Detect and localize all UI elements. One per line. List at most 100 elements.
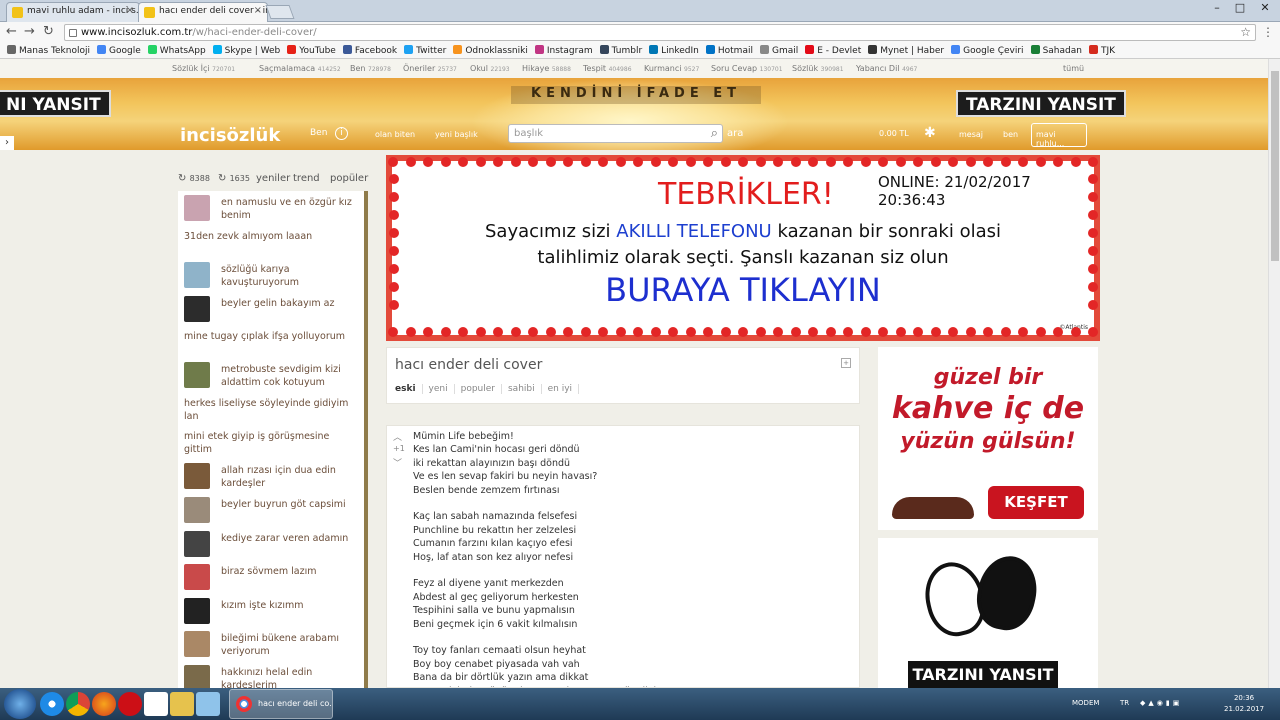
back-arrow-icon[interactable]: ← bbox=[6, 25, 17, 39]
close-window-icon[interactable]: ✕ bbox=[1252, 0, 1278, 18]
search-icon[interactable]: ⌕ bbox=[711, 126, 718, 141]
folder-icon[interactable] bbox=[170, 692, 194, 716]
taskbar-chrome-task[interactable]: hacı ender deli co... bbox=[229, 689, 333, 719]
category-link[interactable]: Hikaye 58888 bbox=[522, 64, 571, 73]
list-item[interactable]: beyler buyrun göt capsimi bbox=[184, 497, 360, 525]
scroll-thumb[interactable] bbox=[1271, 71, 1279, 261]
bookmark-item[interactable]: Hotmail bbox=[705, 42, 753, 56]
bookmark-item[interactable]: LinkedIn bbox=[649, 42, 699, 56]
sort-en-iyi[interactable]: en iyi bbox=[542, 384, 580, 394]
coffee-ad[interactable]: güzel bir kahve iç de yüzün gülsün! KEŞF… bbox=[878, 347, 1098, 530]
category-link[interactable]: Öneriler 25737 bbox=[403, 64, 457, 73]
bookmark-item[interactable]: TJK bbox=[1088, 42, 1115, 56]
bookmark-item[interactable]: Sahadan bbox=[1030, 42, 1082, 56]
new-tab-button[interactable] bbox=[265, 5, 295, 19]
sort-sahibi[interactable]: sahibi bbox=[502, 384, 542, 394]
ie-icon[interactable] bbox=[40, 692, 64, 716]
theater-masks-ad[interactable]: TARZINI YANSIT bbox=[878, 538, 1098, 688]
list-item[interactable]: kızım işte kızımm bbox=[184, 598, 360, 626]
info-icon[interactable]: i bbox=[335, 127, 348, 140]
bookmark-item[interactable]: Facebook bbox=[342, 42, 397, 56]
list-item[interactable]: herkes liseliyse söyleyinde gidiyim lan bbox=[184, 396, 360, 424]
language-indicator[interactable]: TR bbox=[1120, 699, 1129, 707]
bookmark-star-icon[interactable]: ☆ bbox=[1240, 25, 1251, 39]
minimize-icon[interactable]: – bbox=[1206, 0, 1228, 18]
category-link[interactable]: Kurmanci 9527 bbox=[644, 64, 699, 73]
tab-populer[interactable]: popüler bbox=[330, 173, 368, 184]
olan-biten-link[interactable]: olan biten bbox=[375, 130, 415, 139]
yeni-baslik-link[interactable]: yeni başlık bbox=[435, 130, 478, 139]
page-info-icon[interactable] bbox=[69, 29, 77, 37]
bookmark-item[interactable]: Google bbox=[97, 42, 141, 56]
bookmark-item[interactable]: WhatsApp bbox=[147, 42, 206, 56]
list-item[interactable]: hakkınızı helal edin kardeşlerim bbox=[184, 665, 360, 688]
ben-link[interactable]: Ben bbox=[310, 128, 327, 138]
popup-ad[interactable]: TEBRİKLER! ONLINE: 21/02/2017 20:36:43 S… bbox=[386, 155, 1100, 341]
page-scrollbar[interactable] bbox=[1268, 59, 1280, 688]
category-link[interactable]: Soru Cevap 130701 bbox=[711, 64, 783, 73]
reload-icon[interactable]: ↻ bbox=[43, 25, 54, 39]
yandex-icon[interactable] bbox=[144, 692, 168, 716]
list-item[interactable]: sözlüğü karıya kavuşturuyorum bbox=[184, 262, 360, 290]
tab-mavi-ruhlu[interactable]: mavi ruhlu adam - inci s... × bbox=[6, 2, 140, 22]
bookmark-item[interactable]: Mynet | Haber bbox=[868, 42, 944, 56]
category-link[interactable]: Tespit 404986 bbox=[583, 64, 632, 73]
mesaj-link[interactable]: mesaj bbox=[959, 130, 983, 139]
kesfet-button[interactable]: KEŞFET bbox=[988, 486, 1084, 519]
refresh-count-2[interactable]: ↻ 1635 bbox=[218, 173, 250, 184]
running-man-icon[interactable]: ✱ bbox=[924, 125, 936, 141]
category-link[interactable]: Saçmalamaca 414252 bbox=[259, 64, 341, 73]
tab-yeniler[interactable]: yeniler bbox=[256, 173, 290, 184]
close-icon[interactable]: × bbox=[254, 5, 262, 16]
bookmark-item[interactable]: Odnoklassniki bbox=[453, 42, 528, 56]
list-item[interactable]: mini etek giyip iş görüşmesine gittim bbox=[184, 429, 360, 457]
sort-yeni[interactable]: yeni bbox=[423, 384, 455, 394]
category-link[interactable]: Ben 728978 bbox=[350, 64, 391, 73]
downvote-icon[interactable]: ﹀ bbox=[393, 456, 402, 469]
category-link[interactable]: Yabancı Dil 4967 bbox=[856, 64, 917, 73]
sort-populer[interactable]: populer bbox=[455, 384, 502, 394]
bookmark-item[interactable]: Skype | Web bbox=[212, 42, 280, 56]
list-item[interactable]: mine tugay çıplak ifşa yolluyorum bbox=[184, 329, 360, 357]
bookmark-item[interactable]: Gmail bbox=[759, 42, 798, 56]
bookmark-item[interactable]: Manas Teknoloji bbox=[7, 42, 90, 56]
firefox-icon[interactable] bbox=[92, 692, 116, 716]
forward-arrow-icon[interactable]: → bbox=[24, 25, 35, 39]
bookmark-item[interactable]: Google Çeviri bbox=[951, 42, 1024, 56]
bookmark-item[interactable]: Twitter bbox=[404, 42, 446, 56]
chrome-icon[interactable] bbox=[66, 692, 90, 716]
upvote-icon[interactable]: ︿ bbox=[393, 430, 402, 443]
refresh-count-1[interactable]: ↻ 8388 bbox=[178, 173, 210, 184]
list-item[interactable]: metrobuste sevdigim kizi aldattim cok ko… bbox=[184, 362, 360, 390]
app-icon[interactable] bbox=[196, 692, 220, 716]
tray-icons[interactable]: ◆▲◉▮▣ bbox=[1140, 699, 1182, 707]
maximize-icon[interactable]: □ bbox=[1229, 0, 1251, 18]
search-input[interactable]: başlık ⌕ bbox=[508, 124, 723, 143]
bookmark-item[interactable]: E - Devlet bbox=[805, 42, 861, 56]
list-item[interactable]: kediye zarar veren adamın bbox=[184, 531, 360, 559]
bookmark-item[interactable]: YouTube bbox=[287, 42, 336, 56]
category-link[interactable]: Okul 22193 bbox=[470, 64, 510, 73]
chevron-right-icon[interactable]: › bbox=[0, 136, 14, 150]
category-link[interactable]: Sözlük İçi 720701 bbox=[172, 64, 235, 73]
bookmark-item[interactable]: Instagram bbox=[534, 42, 593, 56]
ben-menu-link[interactable]: ben bbox=[1003, 130, 1018, 139]
list-item[interactable]: allah rızası için dua edin kardeşler bbox=[184, 463, 360, 491]
list-item[interactable]: 31den zevk almıyom laaan bbox=[184, 229, 360, 257]
url-input[interactable]: www.incisozluk.com.tr/w/haci-ender-deli-… bbox=[64, 24, 1256, 41]
start-button[interactable] bbox=[4, 689, 36, 719]
close-icon[interactable]: × bbox=[126, 5, 134, 16]
site-logo[interactable]: incisözlük bbox=[180, 125, 280, 146]
user-button[interactable]: mavi ruhlu... bbox=[1031, 123, 1087, 148]
all-categories-link[interactable]: tümü bbox=[1063, 64, 1084, 73]
list-item[interactable]: en namuslu ve en özgür kız benim bbox=[184, 195, 360, 223]
list-item[interactable]: biraz sövmem lazım bbox=[184, 564, 360, 592]
sort-eski[interactable]: eski bbox=[389, 384, 423, 394]
ara-button[interactable]: ara bbox=[727, 128, 743, 139]
expand-icon[interactable]: + bbox=[841, 358, 851, 368]
tab-trend[interactable]: trend bbox=[293, 173, 320, 184]
menu-icon[interactable]: ⋮ bbox=[1262, 25, 1274, 39]
opera-icon[interactable] bbox=[118, 692, 142, 716]
category-link[interactable]: Sözlük 390981 bbox=[792, 64, 844, 73]
list-item[interactable]: bileğimi bükene arabamı veriyorum bbox=[184, 631, 360, 659]
